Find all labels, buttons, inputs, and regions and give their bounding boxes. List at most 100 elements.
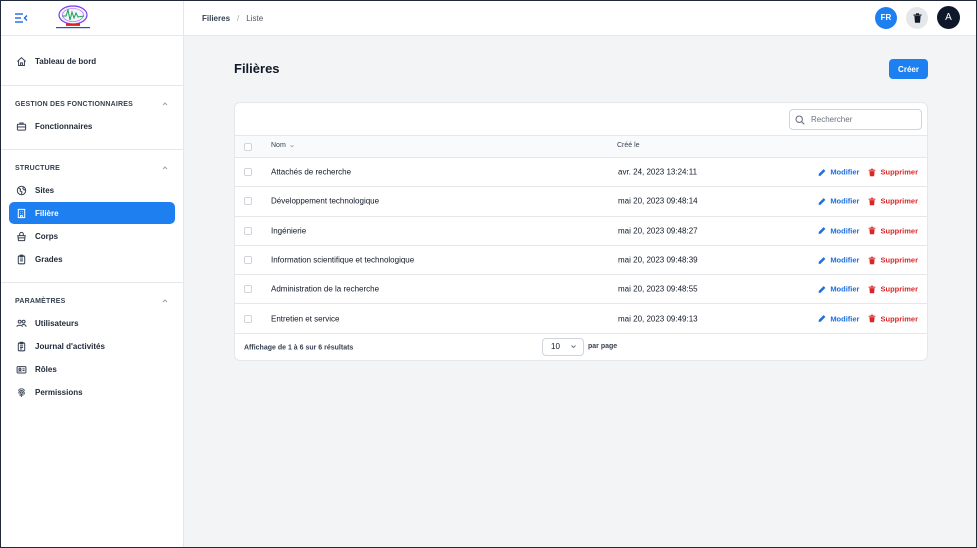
avatar[interactable]: A xyxy=(937,6,960,29)
sort-chevron-icon xyxy=(289,144,294,147)
sidebar-item-label: Sites xyxy=(35,185,55,195)
column-header-name[interactable]: Nom xyxy=(271,142,295,149)
select-all-checkbox[interactable] xyxy=(244,142,252,151)
sidebar-group-header[interactable]: STRUCTURE xyxy=(9,161,175,175)
pencil-icon xyxy=(818,198,826,205)
topbar-actions: FR A xyxy=(875,6,960,29)
column-header-name-label: Nom xyxy=(271,142,286,149)
pagination-summary: Affichage de 1 à 6 sur 6 résultats xyxy=(244,344,354,352)
edit-button[interactable]: Modifier xyxy=(818,226,859,235)
sidebar-item-label: Tableau de bord xyxy=(35,56,97,66)
sidebar-group-title: PARAMÈTRES xyxy=(15,297,66,305)
chevron-down-icon xyxy=(571,345,576,349)
cell-name: Ingénierie xyxy=(271,226,307,236)
sidebar-item-sites[interactable]: Sites xyxy=(9,179,175,201)
delete-label: Supprimer xyxy=(880,226,918,236)
row-actions: Modifier Supprimer xyxy=(818,285,918,294)
row-actions: Modifier Supprimer xyxy=(818,168,918,177)
breadcrumb-section[interactable]: Filieres xyxy=(202,14,230,23)
delete-label: Supprimer xyxy=(880,284,918,294)
edit-button[interactable]: Modifier xyxy=(818,285,859,294)
row-checkbox[interactable] xyxy=(244,256,252,265)
sidebar-item-utilisateurs[interactable]: Utilisateurs xyxy=(9,312,175,334)
edit-button[interactable]: Modifier xyxy=(818,168,859,177)
globe-icon xyxy=(16,185,27,195)
search-icon xyxy=(795,114,805,125)
sidebar-item-dashboard[interactable]: Tableau de bord xyxy=(9,50,175,72)
pencil-icon xyxy=(818,315,826,323)
row-checkbox[interactable] xyxy=(244,226,252,235)
cell-created: mai 20, 2023 09:49:13 xyxy=(618,314,698,324)
sidebar-item-label: Filière xyxy=(35,208,59,218)
home-icon xyxy=(17,56,26,66)
users-icon xyxy=(16,319,27,327)
sidebar-item-journal[interactable]: Journal d'activités xyxy=(9,335,175,357)
table-body: Attachés de recherche avr. 24, 2023 13:24… xyxy=(235,158,927,334)
delete-button[interactable]: Supprimer xyxy=(868,197,918,206)
edit-label: Modifier xyxy=(830,255,860,265)
cell-name: Attachés de recherche xyxy=(271,167,352,177)
building-icon xyxy=(17,208,26,218)
sidebar-item-grades[interactable]: Grades xyxy=(9,248,175,270)
sidebar-item-filiere[interactable]: Filière xyxy=(9,202,175,224)
table-row: Attachés de recherche avr. 24, 2023 13:24… xyxy=(235,158,927,188)
edit-label: Modifier xyxy=(830,167,860,177)
delete-button[interactable]: Supprimer xyxy=(868,285,918,294)
sidebar-item-permissions[interactable]: Permissions xyxy=(9,381,175,403)
sidebar-item-label: Utilisateurs xyxy=(35,318,79,328)
column-header-created: Créé le xyxy=(617,142,640,149)
sidebar-item-fonctionnaires[interactable]: Fonctionnaires xyxy=(9,115,175,137)
sidebar-item-roles[interactable]: Rôles xyxy=(9,358,175,380)
id-card-icon xyxy=(16,365,27,373)
row-checkbox[interactable] xyxy=(244,168,252,177)
delete-label: Supprimer xyxy=(880,167,918,177)
table-footer: Affichage de 1 à 6 sur 6 résultats 10 pa… xyxy=(235,334,927,360)
row-actions: Modifier Supprimer xyxy=(818,256,918,265)
row-actions: Modifier Supprimer xyxy=(818,314,918,323)
row-checkbox[interactable] xyxy=(244,285,252,294)
create-button[interactable]: Créer xyxy=(889,59,928,79)
table-row: Entretien et service mai 20, 2023 09:49:1… xyxy=(235,304,927,334)
app-window: Tableau de bord GESTION DES FONCTIONNAIR… xyxy=(0,0,977,548)
cell-name: Développement technologique xyxy=(271,196,380,206)
sidebar-dashboard-section: Tableau de bord xyxy=(1,36,183,86)
breadcrumb-current: Liste xyxy=(246,13,264,23)
sidebar-group-header[interactable]: PARAMÈTRES xyxy=(9,294,175,308)
cell-name: Information scientifique et technologiqu… xyxy=(271,255,415,265)
table-header: Nom Créé le xyxy=(235,136,927,158)
edit-button[interactable]: Modifier xyxy=(818,256,859,265)
sidebar-item-label: Permissions xyxy=(35,387,83,397)
sidebar: Tableau de bord GESTION DES FONCTIONNAIR… xyxy=(1,1,184,547)
trash-icon xyxy=(913,12,921,23)
sidebar-item-label: Grades xyxy=(35,254,63,264)
row-checkbox[interactable] xyxy=(244,314,252,323)
organization-logo xyxy=(56,5,90,29)
language-switcher-button[interactable]: FR xyxy=(875,6,897,29)
cell-created: mai 20, 2023 09:48:14 xyxy=(618,196,698,206)
chevron-up-icon xyxy=(162,299,168,303)
delete-button[interactable]: Supprimer xyxy=(868,314,918,323)
edit-button[interactable]: Modifier xyxy=(818,314,859,323)
row-checkbox[interactable] xyxy=(244,197,252,206)
fingerprint-icon xyxy=(17,387,26,397)
edit-label: Modifier xyxy=(830,284,860,294)
pencil-icon xyxy=(818,256,826,264)
menu-collapse-icon[interactable] xyxy=(14,12,28,24)
trash-button[interactable] xyxy=(906,6,928,29)
cell-name: Entretien et service xyxy=(271,314,340,324)
pencil-icon xyxy=(818,285,826,293)
clipboard-icon xyxy=(17,254,26,264)
delete-button[interactable]: Supprimer xyxy=(868,256,918,265)
cell-created: avr. 24, 2023 13:24:11 xyxy=(618,167,698,177)
per-page-label: par page xyxy=(588,343,618,351)
search-input[interactable] xyxy=(811,115,911,124)
per-page-select[interactable]: 10 xyxy=(542,337,584,356)
sidebar-item-corps[interactable]: Corps xyxy=(9,225,175,247)
delete-button[interactable]: Supprimer xyxy=(868,226,918,235)
edit-button[interactable]: Modifier xyxy=(818,197,859,206)
delete-button[interactable]: Supprimer xyxy=(868,168,918,177)
trash-icon xyxy=(869,314,876,323)
sidebar-group-header[interactable]: GESTION DES FONCTIONNAIRES xyxy=(9,97,175,111)
chevron-up-icon xyxy=(162,102,168,106)
pencil-icon xyxy=(818,227,826,235)
